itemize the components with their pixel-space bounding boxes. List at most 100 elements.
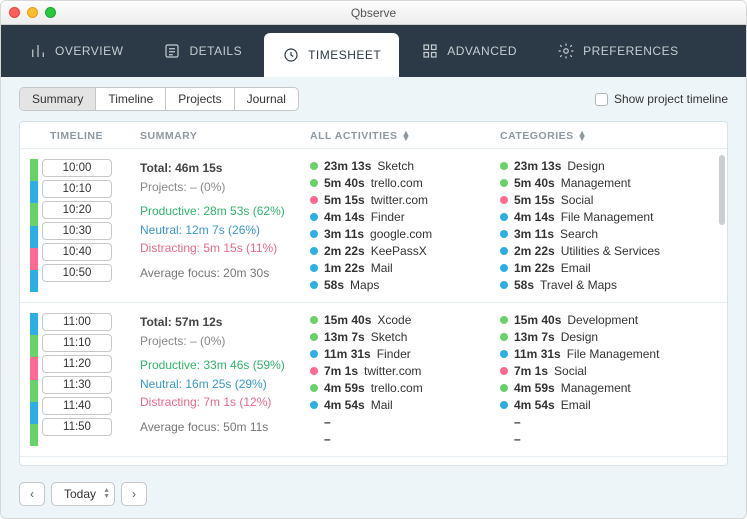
activity-row[interactable]: 23m 13s Sketch bbox=[310, 159, 500, 173]
activity-row[interactable]: 13m 7s Sketch bbox=[310, 330, 500, 344]
color-dot-icon bbox=[500, 401, 508, 409]
category-row[interactable]: 5m 40s Management bbox=[500, 176, 690, 190]
col-categories[interactable]: CATEGORIES ▲▼ bbox=[500, 130, 690, 142]
color-dot-icon bbox=[500, 367, 508, 375]
activity-row[interactable]: – bbox=[310, 432, 500, 446]
activity-row[interactable]: 5m 15s twitter.com bbox=[310, 193, 500, 207]
activity-row[interactable]: 3m 11s google.com bbox=[310, 227, 500, 241]
activity-row[interactable]: 5m 40s trello.com bbox=[310, 176, 500, 190]
activity-row[interactable]: 1m 22s Mail bbox=[310, 261, 500, 275]
color-dot-icon bbox=[500, 162, 508, 170]
activity-row[interactable]: 4m 54s Mail bbox=[310, 398, 500, 412]
category-row[interactable]: 2m 22s Utilities & Services bbox=[500, 244, 690, 258]
chevron-up-down-icon: ▲▼ bbox=[103, 488, 110, 500]
category-row[interactable]: 4m 59s Management bbox=[500, 381, 690, 395]
category-row[interactable]: 15m 40s Development bbox=[500, 313, 690, 327]
category-row[interactable]: 5m 15s Social bbox=[500, 193, 690, 207]
activity-row[interactable]: – bbox=[310, 415, 500, 429]
nav-overview-label: OVERVIEW bbox=[55, 44, 123, 58]
tab-journal[interactable]: Journal bbox=[235, 88, 298, 110]
color-dot-icon bbox=[500, 179, 508, 187]
color-dot-icon bbox=[500, 333, 508, 341]
time-pill[interactable]: 11:30 bbox=[42, 376, 112, 394]
nav-advanced[interactable]: ADVANCED bbox=[403, 25, 535, 77]
time-pill[interactable]: 10:20 bbox=[42, 201, 112, 219]
activity-row[interactable]: 11m 31s Finder bbox=[310, 347, 500, 361]
nav-details-label: DETAILS bbox=[189, 44, 242, 58]
category-row[interactable]: – bbox=[500, 415, 690, 429]
color-dot-icon bbox=[310, 401, 318, 409]
color-dot-icon bbox=[310, 316, 318, 324]
checkbox-icon bbox=[595, 93, 608, 106]
hour-block: 11:00 11:10 11:20 11:30 11:40 11:50 Total: 57m… bbox=[20, 303, 727, 457]
nav-overview[interactable]: OVERVIEW bbox=[11, 25, 141, 77]
summary-column: Total: 46m 15sProjects: – (0%)Productive… bbox=[140, 159, 310, 292]
color-bars bbox=[30, 313, 38, 446]
time-pill[interactable]: 10:00 bbox=[42, 159, 112, 177]
category-row[interactable]: 1m 22s Email bbox=[500, 261, 690, 275]
time-pill[interactable]: 10:40 bbox=[42, 243, 112, 261]
time-pill[interactable]: 11:20 bbox=[42, 355, 112, 373]
activity-row[interactable]: 58s Maps bbox=[310, 278, 500, 292]
show-project-timeline-toggle[interactable]: Show project timeline bbox=[595, 92, 728, 106]
scrollbar-thumb[interactable] bbox=[719, 155, 725, 225]
time-pill[interactable]: 11:00 bbox=[42, 313, 112, 331]
color-dot-icon bbox=[310, 333, 318, 341]
category-row[interactable]: 3m 11s Search bbox=[500, 227, 690, 241]
color-dot-icon bbox=[310, 196, 318, 204]
category-row[interactable]: 58s Travel & Maps bbox=[500, 278, 690, 292]
hour-block: 12:00Total: 56m 24s32m 24s Sketch32m 24s… bbox=[20, 457, 727, 465]
category-row[interactable]: 7m 1s Social bbox=[500, 364, 690, 378]
nav-preferences[interactable]: PREFERENCES bbox=[539, 25, 697, 77]
activity-row[interactable]: 15m 40s Xcode bbox=[310, 313, 500, 327]
col-activities[interactable]: ALL ACTIVITIES ▲▼ bbox=[310, 130, 500, 142]
color-dot-icon bbox=[500, 316, 508, 324]
time-pill[interactable]: 11:10 bbox=[42, 334, 112, 352]
category-row[interactable]: 23m 13s Design bbox=[500, 159, 690, 173]
grid-icon bbox=[421, 42, 439, 60]
color-dot-icon bbox=[310, 230, 318, 238]
activity-row[interactable]: 2m 22s KeePassX bbox=[310, 244, 500, 258]
tab-summary[interactable]: Summary bbox=[20, 88, 96, 110]
window-title: Qbserve bbox=[1, 6, 746, 20]
time-pill[interactable]: 10:10 bbox=[42, 180, 112, 198]
timesheet-scroll[interactable]: 10:00 10:10 10:20 10:30 10:40 10:50 Total: 46m… bbox=[20, 149, 727, 465]
color-dot-icon bbox=[500, 196, 508, 204]
timeline-column: 11:00 11:10 11:20 11:30 11:40 11:50 bbox=[30, 313, 140, 446]
category-row[interactable]: 13m 7s Design bbox=[500, 330, 690, 344]
time-pill[interactable]: 10:50 bbox=[42, 264, 112, 282]
color-dot-icon bbox=[310, 264, 318, 272]
activity-row[interactable]: 7m 1s twitter.com bbox=[310, 364, 500, 378]
category-row[interactable]: 4m 14s File Management bbox=[500, 210, 690, 224]
color-dot-icon bbox=[310, 213, 318, 221]
time-pill[interactable]: 11:40 bbox=[42, 397, 112, 415]
activities-column: 15m 40s Xcode 13m 7s Sketch 11m 31s Finder… bbox=[310, 313, 500, 446]
color-dot-icon bbox=[500, 264, 508, 272]
category-row[interactable]: 11m 31s File Management bbox=[500, 347, 690, 361]
categories-column: 23m 13s Design 5m 40s Management 5m 15s So… bbox=[500, 159, 690, 292]
time-pill[interactable]: 10:30 bbox=[42, 222, 112, 240]
date-selector[interactable]: Today ▲▼ bbox=[51, 482, 115, 506]
time-pills: 10:00 10:10 10:20 10:30 10:40 10:50 bbox=[42, 159, 112, 292]
category-row[interactable]: – bbox=[500, 432, 690, 446]
sub-toolbar: Summary Timeline Projects Journal Show p… bbox=[1, 77, 746, 121]
nav-timesheet[interactable]: TIMESHEET bbox=[264, 33, 399, 77]
prev-day-button[interactable]: ‹ bbox=[19, 482, 45, 506]
view-tabs: Summary Timeline Projects Journal bbox=[19, 87, 299, 111]
tab-timeline[interactable]: Timeline bbox=[96, 88, 166, 110]
activity-row[interactable]: 4m 14s Finder bbox=[310, 210, 500, 224]
summary-column: Total: 57m 12sProjects: – (0%)Productive… bbox=[140, 313, 310, 446]
next-day-button[interactable]: › bbox=[121, 482, 147, 506]
main-nav: OVERVIEW DETAILS TIMESHEET ADVANCED PREF… bbox=[1, 25, 746, 77]
nav-details[interactable]: DETAILS bbox=[145, 25, 260, 77]
tab-projects[interactable]: Projects bbox=[166, 88, 234, 110]
hour-block: 10:00 10:10 10:20 10:30 10:40 10:50 Total: 46m… bbox=[20, 149, 727, 303]
sort-icon: ▲▼ bbox=[578, 131, 587, 141]
activity-row[interactable]: 4m 59s trello.com bbox=[310, 381, 500, 395]
nav-timesheet-label: TIMESHEET bbox=[308, 48, 381, 62]
gear-icon bbox=[557, 42, 575, 60]
color-dot-icon bbox=[500, 350, 508, 358]
category-row[interactable]: 4m 54s Email bbox=[500, 398, 690, 412]
nav-advanced-label: ADVANCED bbox=[447, 44, 517, 58]
time-pill[interactable]: 11:50 bbox=[42, 418, 112, 436]
